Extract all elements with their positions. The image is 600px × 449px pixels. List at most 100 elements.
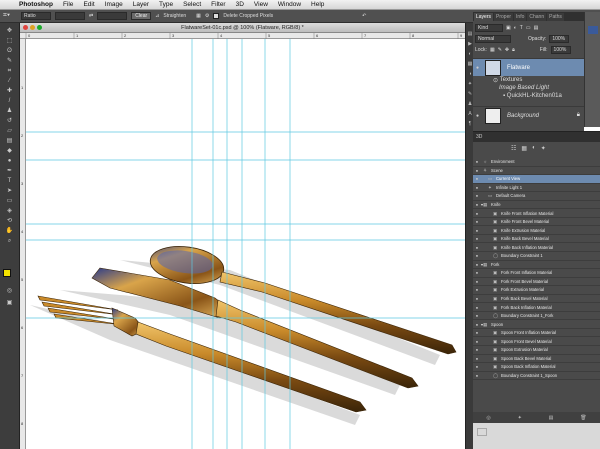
screen-mode-icon[interactable]: ▣ <box>4 299 15 307</box>
3d-tool-icon[interactable]: ◈ <box>4 207 15 215</box>
layer-row-background[interactable]: ● Background 🔒︎ <box>473 106 584 124</box>
hand-tool-icon[interactable]: ✋ <box>4 227 15 235</box>
layer-row-ibl[interactable]: Image Based Light <box>473 84 584 92</box>
tree-row[interactable]: ● ▭ Current View <box>473 175 600 184</box>
visibility-eye-icon[interactable]: ● <box>473 364 481 369</box>
tree-row[interactable]: ● ▭ Default Camera <box>473 192 600 201</box>
tree-row[interactable]: ● ☼ Environment <box>473 158 600 167</box>
visibility-eye-icon[interactable]: ● <box>473 373 481 378</box>
type-tool-icon[interactable]: T <box>4 177 15 185</box>
tree-row[interactable]: ● ▣ Knife Front Bevel Material <box>473 218 600 227</box>
tree-row[interactable]: ● ◯ Boundary Constraint 1_Fork <box>473 312 600 321</box>
guides[interactable] <box>26 39 465 449</box>
menu-filter[interactable]: Filter <box>206 1 230 8</box>
tree-row[interactable]: ● ◯ Boundary Constraint 1 <box>473 252 600 261</box>
whole-scene-filter-icon[interactable]: ☷ <box>511 145 516 152</box>
lock-image-icon[interactable]: ✎ <box>498 47 502 53</box>
add-light-icon[interactable]: ✦ <box>518 415 522 421</box>
visibility-eye-icon[interactable]: ● <box>473 113 482 119</box>
new-icon[interactable]: ▤ <box>549 415 554 421</box>
tab-layers[interactable]: Layers <box>474 13 494 21</box>
lights-filter-icon[interactable]: ✦ <box>541 145 546 152</box>
tree-row[interactable]: ● ▣ Knife Back Bevel Material <box>473 235 600 244</box>
history-brush-tool-icon[interactable]: ↺ <box>4 117 15 125</box>
visibility-eye-icon[interactable]: ● <box>473 322 481 327</box>
menu-type[interactable]: Type <box>154 1 178 8</box>
menu-select[interactable]: Select <box>178 1 206 8</box>
menu-help[interactable]: Help <box>306 1 329 8</box>
visibility-eye-icon[interactable]: ● <box>473 185 481 190</box>
tree-row[interactable]: ● ▣ Knife Back Inflation Material <box>473 243 600 253</box>
filter-pixel-icon[interactable]: ▣ <box>506 25 511 31</box>
blur-tool-icon[interactable]: ◆ <box>4 147 15 155</box>
grid-overlay-icon[interactable]: ▦ <box>196 13 201 19</box>
swap-icon[interactable]: ⇄ <box>89 13 93 19</box>
path-select-tool-icon[interactable]: ➤ <box>4 187 15 195</box>
menu-image[interactable]: Image <box>100 1 128 8</box>
minimize-window-icon[interactable] <box>30 25 35 30</box>
visibility-eye-icon[interactable]: ● <box>473 330 481 335</box>
visibility-eye-icon[interactable]: ● <box>473 228 481 233</box>
dodge-tool-icon[interactable]: ● <box>4 157 15 165</box>
healing-tool-icon[interactable]: ✚ <box>4 87 15 95</box>
delete-cropped-checkbox[interactable] <box>213 13 220 19</box>
lasso-tool-icon[interactable]: ʘ <box>4 47 15 55</box>
reset-icon[interactable]: ↶ <box>362 13 366 19</box>
filter-type-icon[interactable]: T <box>520 25 523 31</box>
materials-filter-icon[interactable]: ◐ <box>532 145 536 152</box>
menu-window[interactable]: Window <box>273 1 306 8</box>
visibility-eye-icon[interactable]: ● <box>473 65 482 71</box>
rotate-view-tool-icon[interactable]: ⟲ <box>4 217 15 225</box>
marquee-tool-icon[interactable]: ⬚ <box>4 37 15 45</box>
visibility-eye-icon[interactable]: ● <box>473 305 481 310</box>
lock-transparent-icon[interactable]: ▦ <box>490 47 495 53</box>
visibility-eye-icon[interactable]: ● <box>473 168 481 173</box>
menu-photoshop[interactable]: Photoshop <box>14 1 58 8</box>
width-input[interactable] <box>55 12 85 20</box>
layer-row-textures[interactable]: ⊙ Textures <box>473 76 584 84</box>
fill-input[interactable]: 100% <box>550 46 571 54</box>
move-tool-icon[interactable]: ✥ <box>4 27 15 35</box>
crop-tool-icon[interactable]: ⌗ <box>4 67 15 75</box>
camera-icon[interactable] <box>477 428 487 436</box>
visibility-eye-icon[interactable]: ● <box>473 219 481 224</box>
visibility-eye-icon[interactable]: ● <box>473 253 481 258</box>
stamp-tool-icon[interactable]: ♟ <box>4 107 15 115</box>
tab-paths[interactable]: Paths <box>547 13 564 21</box>
zoom-window-icon[interactable] <box>37 25 42 30</box>
flatware-render[interactable] <box>26 39 465 449</box>
opacity-input[interactable]: 100% <box>549 35 570 43</box>
visibility-eye-icon[interactable]: ● <box>473 270 481 275</box>
crop-tool-icon[interactable]: ⌗▾ <box>3 12 17 20</box>
lock-all-icon[interactable]: 🔒︎ <box>512 47 515 53</box>
visibility-eye-icon[interactable]: ● <box>473 279 481 284</box>
tree-row[interactable]: ● ▣ Spoon Front Inflation Material <box>473 329 600 338</box>
menu-edit[interactable]: Edit <box>78 1 99 8</box>
tree-row[interactable]: ● ▣ Fork Front Bevel Material <box>473 278 600 287</box>
menu-layer[interactable]: Layer <box>128 1 154 8</box>
tab-channels[interactable]: Chann <box>527 13 547 21</box>
tree-row[interactable]: ● ▣ Spoon Extrusion Material <box>473 346 600 355</box>
tree-row[interactable]: ● ▣ Spoon Back Bevel Material <box>473 355 600 364</box>
meshes-filter-icon[interactable]: ▦ <box>521 145 527 152</box>
pen-tool-icon[interactable]: ✒ <box>4 167 15 175</box>
tree-row[interactable]: ● ▣ Knife Front Inflation Material <box>473 209 600 218</box>
visibility-eye-icon[interactable]: ● <box>473 159 481 164</box>
straighten-label[interactable]: Straighten <box>163 13 186 19</box>
layer-name[interactable]: Flatware <box>507 65 530 71</box>
tree-row[interactable]: ● ▾ ▦ Spoon <box>473 320 600 329</box>
visibility-eye-icon[interactable]: ● <box>473 211 481 216</box>
visibility-eye-icon[interactable]: ● <box>473 262 481 267</box>
quick-select-tool-icon[interactable]: ✎ <box>4 57 15 65</box>
eyedropper-tool-icon[interactable]: ⁄ <box>4 77 15 85</box>
blend-mode-select[interactable]: Normal <box>475 35 511 43</box>
eraser-tool-icon[interactable]: ▱ <box>4 127 15 135</box>
settings-gear-icon[interactable]: ⚙ <box>205 13 209 19</box>
menu-view[interactable]: View <box>249 1 273 8</box>
tree-row[interactable]: ● ▾ ▦ Knife <box>473 201 600 210</box>
tree-row[interactable]: ● ▣ Knife Extrusion Material <box>473 226 600 235</box>
visibility-eye-icon[interactable]: ● <box>473 339 481 344</box>
tree-row[interactable]: ● ▣ Fork Front Inflation Material <box>473 269 600 278</box>
layer-row-flatware[interactable]: ● Flatware <box>473 58 584 76</box>
menu-file[interactable]: File <box>58 1 78 8</box>
